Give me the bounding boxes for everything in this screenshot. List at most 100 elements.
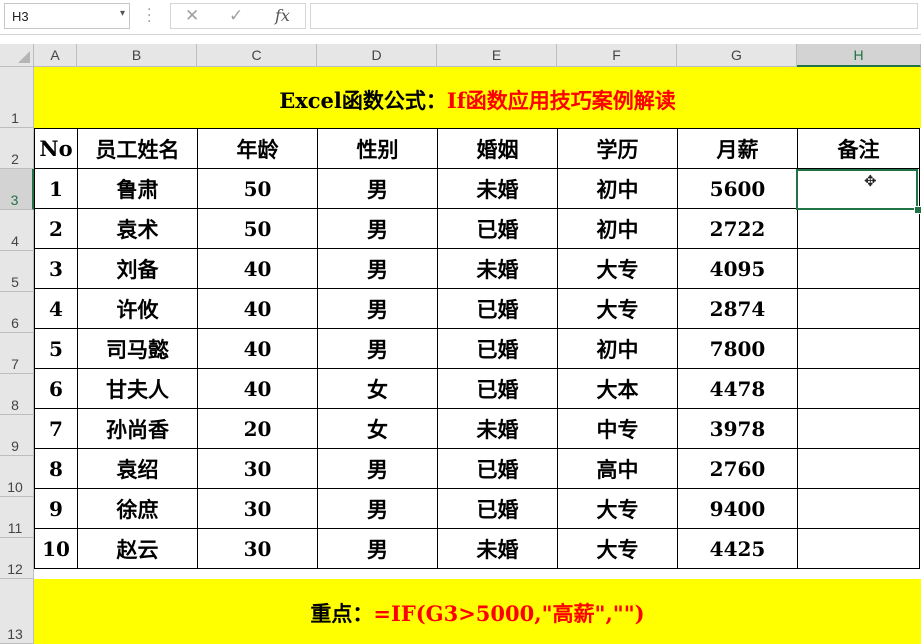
table-cell[interactable] <box>797 448 920 489</box>
table-cell[interactable]: 8 <box>34 448 78 489</box>
table-header-cell[interactable]: 备注 <box>797 128 920 169</box>
table-cell[interactable]: 未婚 <box>437 528 558 569</box>
table-cell[interactable]: 袁绍 <box>77 448 198 489</box>
table-cell[interactable]: 男 <box>317 488 438 529</box>
table-cell[interactable]: 4425 <box>677 528 798 569</box>
table-cell[interactable]: 2 <box>34 208 78 249</box>
table-cell[interactable]: 大专 <box>557 288 678 329</box>
column-header-c[interactable]: C <box>197 44 317 67</box>
table-cell[interactable]: 大专 <box>557 488 678 529</box>
table-cell[interactable]: 2760 <box>677 448 798 489</box>
table-cell[interactable]: 未婚 <box>437 248 558 289</box>
table-cell[interactable]: 大专 <box>557 248 678 289</box>
table-cell[interactable]: 男 <box>317 208 438 249</box>
table-cell[interactable]: 30 <box>197 448 318 489</box>
table-cell[interactable]: 大本 <box>557 368 678 409</box>
row-header-13[interactable]: 13 <box>0 579 34 644</box>
table-cell[interactable]: 初中 <box>557 168 678 209</box>
row-header-5[interactable]: 5 <box>0 251 34 292</box>
table-cell[interactable]: 男 <box>317 288 438 329</box>
table-cell[interactable]: 20 <box>197 408 318 449</box>
table-cell[interactable]: 未婚 <box>437 408 558 449</box>
table-cell[interactable]: 未婚 <box>437 168 558 209</box>
table-cell[interactable]: 大专 <box>557 528 678 569</box>
table-cell[interactable]: 7800 <box>677 328 798 369</box>
fill-handle[interactable] <box>914 206 921 214</box>
table-cell[interactable]: 初中 <box>557 328 678 369</box>
table-cell[interactable]: 女 <box>317 408 438 449</box>
table-cell[interactable]: 甘夫人 <box>77 368 198 409</box>
table-cell[interactable]: 40 <box>197 288 318 329</box>
table-cell[interactable]: 已婚 <box>437 368 558 409</box>
table-cell[interactable]: 2874 <box>677 288 798 329</box>
table-cell[interactable]: 司马懿 <box>77 328 198 369</box>
table-cell[interactable] <box>797 208 920 249</box>
table-cell[interactable]: 已婚 <box>437 488 558 529</box>
table-cell[interactable]: 50 <box>197 168 318 209</box>
table-cell[interactable] <box>797 328 920 369</box>
row-header-12[interactable]: 12 <box>0 538 34 579</box>
table-cell[interactable]: 10 <box>34 528 78 569</box>
table-header-cell[interactable]: 月薪 <box>677 128 798 169</box>
table-cell[interactable]: 已婚 <box>437 208 558 249</box>
table-cell[interactable]: 刘备 <box>77 248 198 289</box>
table-cell[interactable] <box>797 528 920 569</box>
table-header-cell[interactable]: 性别 <box>317 128 438 169</box>
row-header-7[interactable]: 7 <box>0 333 34 374</box>
column-header-a[interactable]: A <box>34 44 77 67</box>
table-cell[interactable]: 40 <box>197 368 318 409</box>
table-cell[interactable]: 50 <box>197 208 318 249</box>
table-cell[interactable] <box>797 248 920 289</box>
table-cell[interactable]: 男 <box>317 248 438 289</box>
table-header-cell[interactable]: No <box>34 128 78 169</box>
note-banner[interactable]: 重点：=IF(G3>5000,"高薪","") <box>34 579 921 644</box>
column-header-e[interactable]: E <box>437 44 557 67</box>
table-header-cell[interactable]: 年龄 <box>197 128 318 169</box>
row-header-8[interactable]: 8 <box>0 374 34 415</box>
table-cell[interactable]: 袁术 <box>77 208 198 249</box>
table-cell[interactable]: 9400 <box>677 488 798 529</box>
name-box-dropdown-icon[interactable]: ▾ <box>120 8 125 19</box>
table-cell[interactable]: 徐庶 <box>77 488 198 529</box>
column-header-b[interactable]: B <box>77 44 197 67</box>
table-cell[interactable] <box>797 368 920 409</box>
table-cell[interactable]: 已婚 <box>437 328 558 369</box>
column-header-f[interactable]: F <box>557 44 677 67</box>
table-cell[interactable]: 2722 <box>677 208 798 249</box>
table-cell[interactable]: 6 <box>34 368 78 409</box>
table-cell[interactable]: 男 <box>317 448 438 489</box>
cancel-icon[interactable]: ✕ <box>185 6 199 26</box>
row-header-6[interactable]: 6 <box>0 292 34 333</box>
enter-icon[interactable]: ✓ <box>229 6 243 26</box>
table-cell[interactable]: 4478 <box>677 368 798 409</box>
column-header-d[interactable]: D <box>317 44 437 67</box>
row-header-11[interactable]: 11 <box>0 497 34 538</box>
table-header-cell[interactable]: 员工姓名 <box>77 128 198 169</box>
name-box[interactable]: H3 ▾ <box>4 3 130 29</box>
table-cell[interactable]: 3978 <box>677 408 798 449</box>
column-header-h[interactable]: H <box>797 44 921 67</box>
formula-input[interactable] <box>310 3 918 29</box>
table-cell[interactable]: 男 <box>317 168 438 209</box>
row-header-1[interactable]: 1 <box>0 67 34 128</box>
table-cell[interactable]: 30 <box>197 528 318 569</box>
table-cell[interactable]: 中专 <box>557 408 678 449</box>
table-header-cell[interactable]: 学历 <box>557 128 678 169</box>
table-cell[interactable]: 赵云 <box>77 528 198 569</box>
table-cell[interactable]: 9 <box>34 488 78 529</box>
row-header-4[interactable]: 4 <box>0 210 34 251</box>
row-header-10[interactable]: 10 <box>0 456 34 497</box>
table-header-cell[interactable]: 婚姻 <box>437 128 558 169</box>
table-cell[interactable]: 30 <box>197 488 318 529</box>
row-header-9[interactable]: 9 <box>0 415 34 456</box>
table-cell[interactable]: 男 <box>317 328 438 369</box>
table-cell[interactable]: 鲁肃 <box>77 168 198 209</box>
table-cell[interactable]: 初中 <box>557 208 678 249</box>
table-cell[interactable]: 4 <box>34 288 78 329</box>
table-cell[interactable]: 孙尚香 <box>77 408 198 449</box>
table-cell[interactable]: 40 <box>197 248 318 289</box>
table-cell[interactable]: 5600 <box>677 168 798 209</box>
table-cell[interactable]: 男 <box>317 528 438 569</box>
table-cell[interactable]: 7 <box>34 408 78 449</box>
row-header-3[interactable]: 3 <box>0 169 34 210</box>
